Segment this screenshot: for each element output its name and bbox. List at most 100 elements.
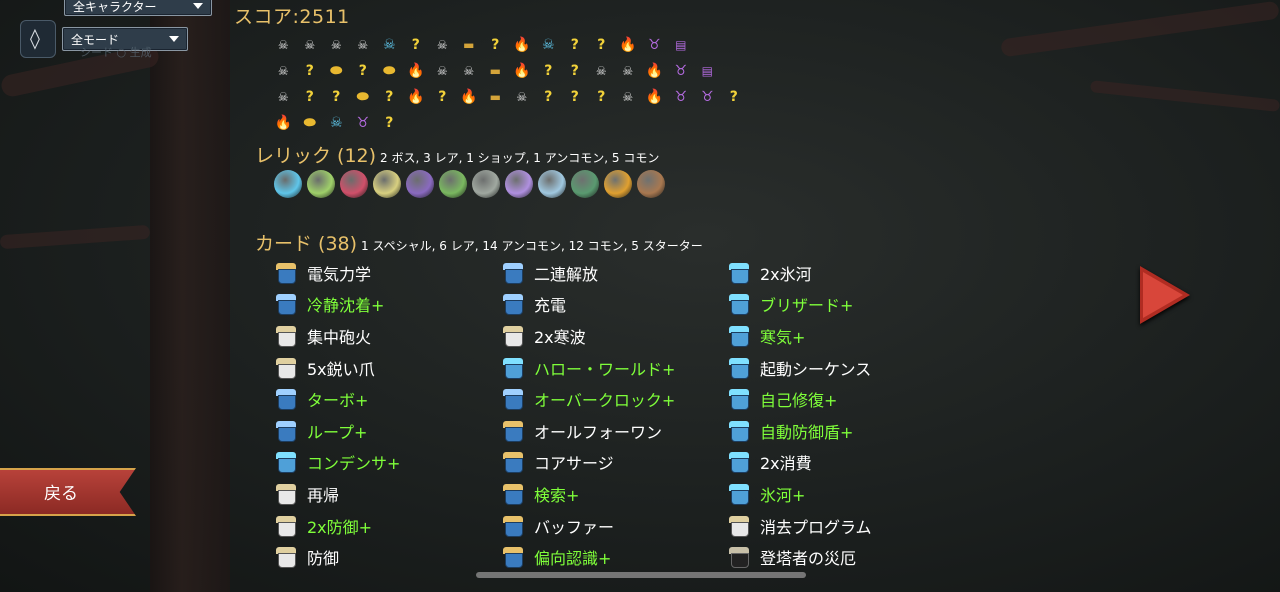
card-list-item[interactable]: 2x氷河 [729,257,872,289]
chevron-down-icon [169,36,179,42]
card-icon [729,420,749,442]
relic-6-icon[interactable] [439,170,467,198]
elite-icon: ♉ [674,89,688,105]
shop-icon: ▤ [675,38,687,52]
card-icon-body [278,426,296,442]
card-list-item[interactable]: 充電 [503,289,675,321]
card-name: 集中砲火 [307,327,372,347]
unknown-monster-icon: ? [305,89,314,105]
relic-4-icon[interactable] [373,170,401,198]
relic-1-icon[interactable] [274,170,302,198]
relic-10-icon[interactable] [571,170,599,198]
card-list-item[interactable]: 二連解放 [503,257,675,289]
card-name: 自己修復+ [760,391,838,411]
card-icon [276,294,296,316]
background-branch [1000,0,1280,58]
back-button-label: 戻る [44,484,78,504]
card-list-item[interactable]: ターボ+ [276,383,400,415]
scrollbar[interactable] [476,572,806,578]
unknown-icon: ? [358,63,367,79]
monster-icon: ☠ [436,38,448,52]
rest-icon: 🔥 [274,115,292,131]
card-name: ループ+ [307,422,368,442]
card-icon-body [505,489,523,505]
monster-icon: ☠ [277,90,289,104]
card-icon [503,294,523,316]
card-icon [276,515,296,537]
seed-button[interactable]: ◊ [20,20,56,58]
character-filter-dropdown[interactable]: 全キャラクター [64,0,212,16]
gold-icon: ⬬ [303,115,316,131]
relic-9-icon[interactable] [538,170,566,198]
relic-7-icon[interactable] [472,170,500,198]
card-list-item[interactable]: 2x消費 [729,447,872,479]
card-icon [276,325,296,347]
unknown-icon: ? [597,37,606,53]
relic-2-icon[interactable] [307,170,335,198]
rest-icon: 🔥 [407,89,425,105]
card-icon [503,452,523,474]
card-list-item[interactable]: 再帰 [276,478,400,510]
card-icon-body [278,489,296,505]
card-list-item[interactable]: ブリザード+ [729,289,872,321]
card-list-item[interactable]: 氷河+ [729,478,872,510]
card-icon-body [278,521,296,537]
relic-8-icon[interactable] [505,170,533,198]
card-icon [729,357,749,379]
card-icon [276,357,296,379]
gold-icon: ⬬ [356,89,369,105]
card-list-item[interactable]: 集中砲火 [276,320,400,352]
rest-icon: 🔥 [645,63,663,79]
card-list-item[interactable]: 消去プログラム [729,510,872,542]
card-list-item[interactable]: 起動シーケンス [729,352,872,384]
arrow-right-icon[interactable] [1143,272,1183,318]
card-icon-body [731,426,749,442]
card-list-item[interactable]: 偏向認識+ [503,541,675,573]
card-list-item[interactable]: 電気力学 [276,257,400,289]
card-list-item[interactable]: ループ+ [276,415,400,447]
cards-heading: カード (38) 1 スペシャル, 6 レア, 14 アンコモン, 12 コモン,… [255,229,703,256]
card-icon-body [505,553,523,569]
relics-summary: 2 ボス, 3 レア, 1 ショップ, 1 アンコモン, 5 コモン [380,151,660,165]
back-button[interactable]: 戻る [0,468,148,516]
relic-3-icon[interactable] [340,170,368,198]
card-list-item[interactable]: バッファー [503,510,675,542]
unknown-icon: ? [544,89,553,105]
rest-icon: 🔥 [619,37,637,53]
card-list-item[interactable]: 登塔者の災厄 [729,541,872,573]
card-list-item[interactable]: 冷静沈着+ [276,289,400,321]
relic-11-icon[interactable] [604,170,632,198]
card-column-2: 二連解放充電 2x寒波 ハロー・ワールド+ オーバークロック+ オールフォーワンコアサー… [503,257,675,573]
rest-icon: 🔥 [407,63,425,79]
card-icon [276,389,296,411]
card-list-item[interactable]: ハロー・ワールド+ [503,352,675,384]
card-list-item[interactable]: オーバークロック+ [503,383,675,415]
card-icon-body [505,300,523,316]
card-list-item[interactable]: 寒気+ [729,320,872,352]
card-list-item[interactable]: 2x寒波 [503,320,675,352]
card-list-item[interactable]: 2x防御+ [276,510,400,542]
relic-5-icon[interactable] [406,170,434,198]
card-name: 自動防御盾+ [760,422,854,442]
card-list-item[interactable]: オールフォーワン [503,415,675,447]
card-list-item[interactable]: コンデンサ+ [276,447,400,479]
card-list-item[interactable]: コアサージ [503,447,675,479]
relic-12-icon[interactable] [637,170,665,198]
card-name: 検索+ [534,485,580,505]
card-name: オールフォーワン [534,422,663,442]
unknown-icon: ? [411,37,420,53]
card-list-item[interactable]: 検索+ [503,478,675,510]
card-list-item[interactable]: 5x鋭い爪 [276,352,400,384]
card-icon-body [731,331,749,347]
card-list-item[interactable]: 自動防御盾+ [729,415,872,447]
card-name: 充電 [534,296,567,316]
card-name: バッファー [534,517,615,537]
card-name: 消去プログラム [760,517,872,537]
card-icon-body [731,553,749,569]
rest-icon: 🔥 [513,37,531,53]
card-icon [503,483,523,505]
card-list-item[interactable]: 防御 [276,541,400,573]
card-icon [276,483,296,505]
card-list-item[interactable]: 自己修復+ [729,383,872,415]
monster-icon: ☠ [277,64,289,78]
